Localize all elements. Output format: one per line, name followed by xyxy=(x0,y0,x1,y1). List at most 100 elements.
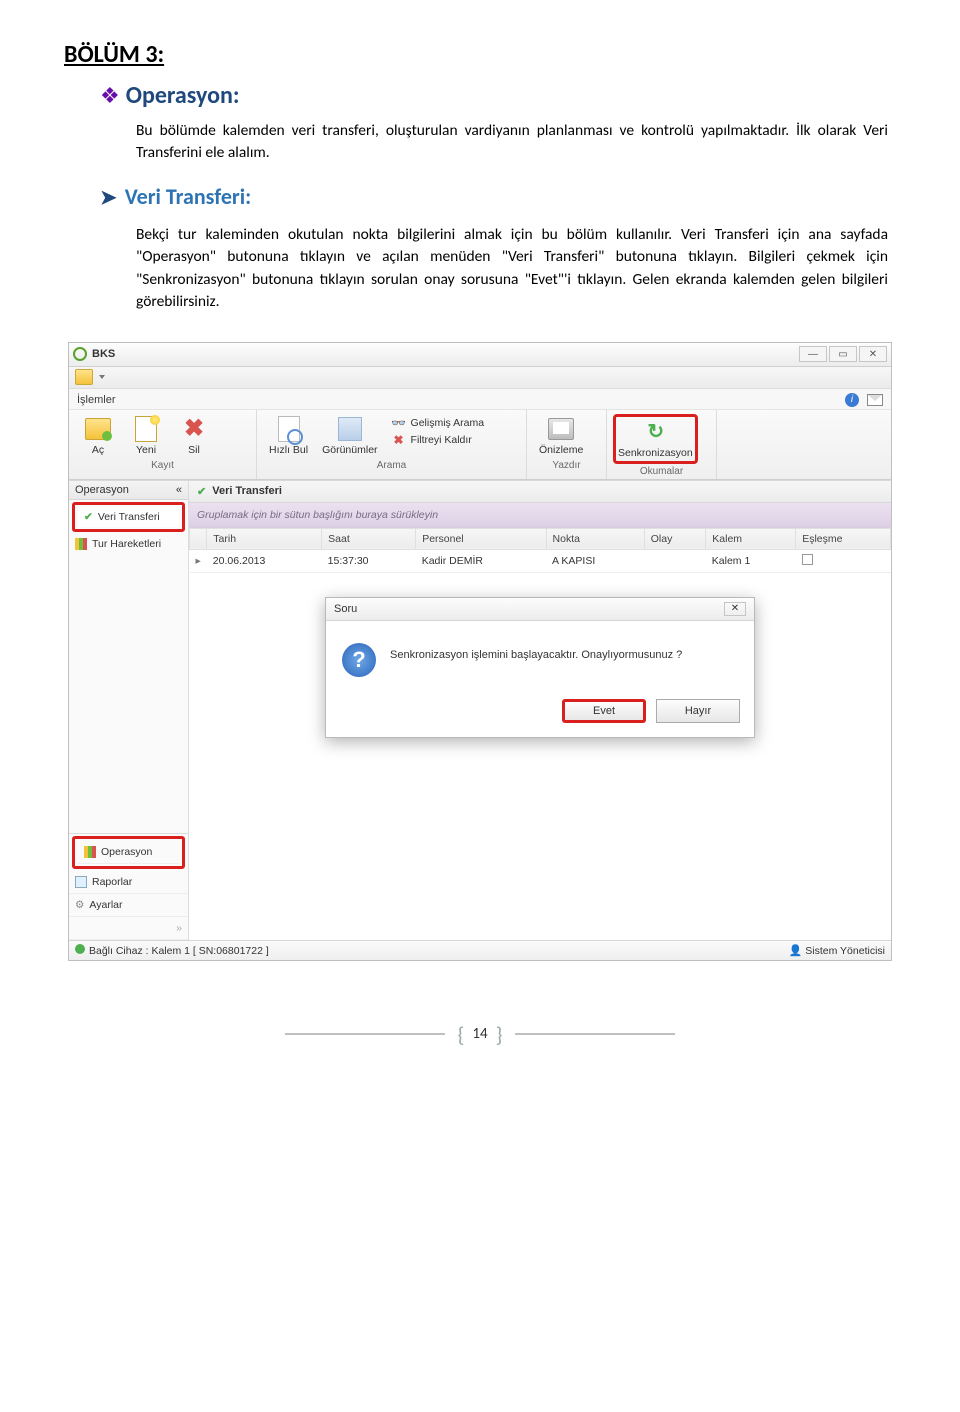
group-title-kayit: Kayıt xyxy=(75,460,250,471)
report-icon xyxy=(75,876,87,888)
close-button[interactable]: ✕ xyxy=(859,346,887,362)
dialog-yes-button[interactable]: Evet xyxy=(562,699,646,723)
advanced-search-button[interactable]: Gelişmiş Arama xyxy=(392,416,485,430)
page-number: 14 xyxy=(472,1025,487,1043)
window-title: BKS xyxy=(92,348,115,360)
row-indicator-icon: ▸ xyxy=(190,549,207,572)
sidebar-nav-label: Raporlar xyxy=(92,876,132,888)
advanced-search-label: Gelişmiş Arama xyxy=(411,417,485,429)
brace-left-icon: { xyxy=(457,1021,464,1048)
operasyon-heading: Operasyon: xyxy=(126,81,240,110)
group-title-okumalar: Okumalar xyxy=(613,466,710,477)
confirm-dialog: Soru ✕ ? Senkronizasyon işlemini başlaya… xyxy=(325,597,755,738)
views-button[interactable]: Görünümler xyxy=(316,414,383,458)
checkbox-icon[interactable] xyxy=(802,554,813,565)
open-button[interactable]: Aç xyxy=(75,414,121,458)
quick-access-toolbar xyxy=(69,367,891,389)
search-icon xyxy=(278,416,300,442)
body-paragraph: Bekçi tur kaleminden okutulan nokta bilg… xyxy=(136,224,888,314)
veri-transferi-heading: Veri Transferi: xyxy=(125,183,251,210)
main-panel: ✔ Veri Transferi Gruplamak için bir sütu… xyxy=(189,481,891,940)
main-title: Veri Transferi xyxy=(212,485,282,497)
sidebar-nav-operasyon[interactable]: Operasyon xyxy=(72,836,185,869)
clear-filter-button[interactable]: ✖ Filtreyi Kaldır xyxy=(392,433,485,447)
grid-row-indicator-header xyxy=(190,528,207,549)
cell-nokta: A KAPISI xyxy=(546,549,644,572)
diamond-bullet-icon: ❖ xyxy=(100,85,120,107)
new-label: Yeni xyxy=(136,444,156,456)
col-olay[interactable]: Olay xyxy=(644,528,706,549)
col-tarih[interactable]: Tarih xyxy=(207,528,322,549)
quick-find-button[interactable]: Hızlı Bul xyxy=(263,414,314,458)
new-button[interactable]: Yeni xyxy=(123,414,169,458)
group-by-hint[interactable]: Gruplamak için bir sütun başlığını buray… xyxy=(189,503,891,528)
section-title: BÖLÜM 3: xyxy=(64,40,896,69)
check-icon: ✔ xyxy=(197,485,206,498)
col-eslesme[interactable]: Eşleşme xyxy=(796,528,891,549)
preview-label: Önizleme xyxy=(539,444,583,456)
page-footer: {14} xyxy=(64,1021,896,1048)
chevron-left-icon: « xyxy=(176,484,182,496)
open-label: Aç xyxy=(92,444,104,456)
print-preview-icon xyxy=(548,418,574,440)
col-nokta[interactable]: Nokta xyxy=(546,528,644,549)
dialog-title: Soru xyxy=(334,603,357,615)
sidebar-item-label: Veri Transferi xyxy=(98,511,160,523)
check-icon: ✔ xyxy=(84,511,93,523)
table-row[interactable]: ▸ 20.06.2013 15:37:30 Kadir DEMİR A KAPI… xyxy=(190,549,891,572)
sync-icon xyxy=(641,419,669,445)
clear-filter-icon: ✖ xyxy=(392,433,406,447)
group-title-yazdir: Yazdır xyxy=(533,460,600,471)
dropdown-icon[interactable] xyxy=(99,375,105,379)
sidebar-item-veri-transferi[interactable]: ✔ Veri Transferi xyxy=(72,502,185,532)
bars-icon xyxy=(75,538,87,550)
status-bar: Bağlı Cihaz : Kalem 1 [ SN:06801722 ] Si… xyxy=(69,940,891,960)
sidebar-section-label: Operasyon xyxy=(75,484,129,496)
gear-icon: ⚙ xyxy=(75,899,84,911)
cell-tarih: 20.06.2013 xyxy=(207,549,322,572)
sidebar-nav-label: Operasyon xyxy=(101,846,152,858)
folder-icon[interactable] xyxy=(75,369,93,385)
sync-button[interactable]: Senkronizasyon xyxy=(613,414,698,464)
sidebar: Operasyon « ✔ Veri Transferi Tur Hareket… xyxy=(69,481,189,940)
sync-label: Senkronizasyon xyxy=(618,447,693,459)
sidebar-expand-icon[interactable]: » xyxy=(69,917,188,940)
delete-label: Sil xyxy=(188,444,200,456)
sidebar-nav-ayarlar[interactable]: ⚙ Ayarlar xyxy=(69,894,188,917)
status-dot-icon xyxy=(75,944,85,954)
info-icon[interactable]: i xyxy=(845,393,859,407)
mail-icon[interactable] xyxy=(867,394,883,406)
cell-kalem: Kalem 1 xyxy=(706,549,796,572)
chevron-right-icon: ➤ xyxy=(100,185,117,210)
status-user: Sistem Yöneticisi xyxy=(789,944,885,957)
delete-button[interactable]: ✖ Sil xyxy=(171,414,217,458)
status-device: Bağlı Cihaz : Kalem 1 [ SN:06801722 ] xyxy=(75,944,269,957)
sidebar-nav-label: Ayarlar xyxy=(89,899,122,911)
views-icon xyxy=(338,417,362,441)
group-title-arama: Arama xyxy=(263,460,520,471)
data-grid: Tarih Saat Personel Nokta Olay Kalem Eşl… xyxy=(189,528,891,573)
sidebar-item-tur-hareketleri[interactable]: Tur Hareketleri xyxy=(69,534,188,554)
clear-filter-label: Filtreyi Kaldır xyxy=(411,434,472,446)
sidebar-item-label: Tur Hareketleri xyxy=(92,538,161,550)
col-personel[interactable]: Personel xyxy=(416,528,546,549)
new-file-icon xyxy=(135,416,157,442)
chart-icon xyxy=(84,846,96,858)
user-icon xyxy=(789,945,806,957)
brace-right-icon: } xyxy=(496,1021,503,1048)
col-kalem[interactable]: Kalem xyxy=(706,528,796,549)
minimize-button[interactable]: — xyxy=(799,346,827,362)
quick-find-label: Hızlı Bul xyxy=(269,444,308,456)
sidebar-nav-raporlar[interactable]: Raporlar xyxy=(69,871,188,894)
ribbon-tab-islemler[interactable]: İşlemler xyxy=(77,394,116,406)
preview-button[interactable]: Önizleme xyxy=(533,414,589,458)
app-screenshot: BKS — ▭ ✕ İşlemler i xyxy=(68,342,892,961)
folder-open-icon xyxy=(85,418,111,440)
binoculars-icon xyxy=(392,416,406,430)
maximize-button[interactable]: ▭ xyxy=(829,346,857,362)
col-saat[interactable]: Saat xyxy=(322,528,416,549)
dialog-close-button[interactable]: ✕ xyxy=(724,602,746,616)
sidebar-section-operasyon[interactable]: Operasyon « xyxy=(69,481,188,500)
intro-paragraph: Bu bölümde kalemden veri transferi, oluş… xyxy=(136,120,888,165)
dialog-no-button[interactable]: Hayır xyxy=(656,699,740,723)
